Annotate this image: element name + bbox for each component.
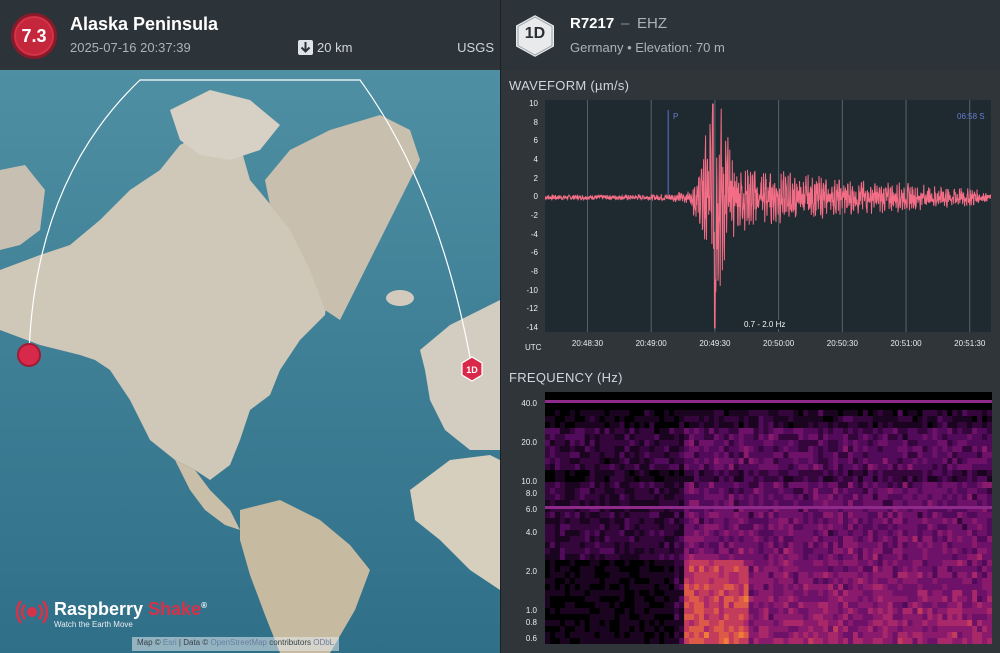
frequency-y-tick: 1.0 bbox=[525, 605, 537, 615]
spectrogram-band bbox=[545, 400, 992, 403]
waveform-y-tick: -4 bbox=[530, 229, 538, 239]
waveform-y-tick: -6 bbox=[530, 248, 538, 258]
event-panel: 7.3 Alaska Peninsula 2025-07-16 20:37:39… bbox=[0, 0, 500, 653]
waveform-y-tick: -8 bbox=[530, 267, 538, 276]
frequency-y-tick: 6.0 bbox=[525, 505, 537, 515]
frequency-y-tick: 10.0 bbox=[521, 476, 537, 486]
waveform-y-tick: 10 bbox=[529, 99, 538, 108]
waveform-y-tick: 6 bbox=[533, 136, 538, 146]
event-source: USGS bbox=[457, 40, 494, 55]
frequency-y-tick: 4.0 bbox=[525, 528, 537, 538]
waveform-title: WAVEFORM (µm/s) bbox=[509, 78, 630, 93]
event-title: Alaska Peninsula bbox=[70, 14, 219, 34]
waveform-y-tick: -14 bbox=[526, 323, 538, 332]
arrow-down-icon bbox=[298, 40, 313, 55]
esri-link[interactable]: Esri bbox=[163, 638, 177, 647]
waveform-y-tick: -10 bbox=[526, 285, 538, 295]
station-marker-label: 1D bbox=[466, 365, 478, 375]
station-channel: EHZ bbox=[637, 15, 667, 32]
raspberry-shake-logo[interactable]: Raspberry Shake® Watch the Earth Move bbox=[16, 596, 207, 629]
osm-link[interactable]: OpenStreetMap bbox=[210, 638, 266, 647]
event-header[interactable]: 7.3 Alaska Peninsula 2025-07-16 20:37:39… bbox=[0, 0, 500, 70]
waveform-y-tick: 8 bbox=[533, 117, 538, 127]
waveform-y-tick: -12 bbox=[526, 304, 538, 314]
depth-value: 20 km bbox=[317, 40, 353, 55]
epicenter-marker[interactable] bbox=[17, 343, 41, 367]
waveform-x-tick: 20:50:00 bbox=[763, 339, 795, 348]
frequency-y-tick: 0.6 bbox=[525, 634, 537, 644]
frequency-y-tick: 40.0 bbox=[521, 399, 537, 409]
utc-label: UTC bbox=[525, 343, 542, 352]
waveform-y-tick: 0 bbox=[533, 192, 538, 202]
station-location: Germany • Elevation: 70 m bbox=[570, 40, 725, 55]
waveform-x-tick: 20:49:00 bbox=[635, 339, 667, 348]
frequency-y-tick: 0.8 bbox=[525, 618, 537, 628]
event-datetime: 2025-07-16 20:37:39 bbox=[70, 40, 191, 55]
spectrogram-band bbox=[545, 506, 992, 509]
waveform-x-tick: 20:51:30 bbox=[954, 339, 986, 348]
waveform-x-tick: 20:48:30 bbox=[571, 339, 604, 348]
station-header[interactable]: 1D R7217 – EHZ Germany • Elevation: 70 m bbox=[501, 0, 1000, 70]
waveform-x-tick: 20:51:00 bbox=[890, 339, 922, 348]
frequency-title: FREQUENCY (Hz) bbox=[509, 370, 623, 385]
waveform-y-tick: -2 bbox=[530, 211, 538, 220]
event-depth: 20 km bbox=[298, 40, 352, 55]
station-separator: – bbox=[621, 15, 630, 32]
s-arrival-label: 06:58 S bbox=[957, 112, 985, 121]
filter-band-label: 0.7 - 2.0 Hz bbox=[741, 320, 789, 329]
odbl-link[interactable]: ODbL bbox=[313, 638, 334, 647]
station-panel: 1D R7217 – EHZ Germany • Elevation: 70 m… bbox=[501, 0, 1000, 653]
station-badge-label: 1D bbox=[524, 25, 546, 42]
world-map[interactable]: 1D Raspberry Shake® Watch the Earth Move… bbox=[0, 70, 500, 653]
spectrogram[interactable] bbox=[545, 392, 992, 644]
waveform-y-tick: 2 bbox=[533, 173, 538, 183]
brand-tagline: Watch the Earth Move bbox=[54, 620, 133, 629]
frequency-y-tick: 20.0 bbox=[521, 438, 537, 448]
landmass-iceland bbox=[386, 290, 414, 306]
brand-name: Raspberry Shake® bbox=[54, 599, 207, 619]
frequency-y-tick: 8.0 bbox=[525, 489, 537, 499]
raspberry-shake-icon bbox=[16, 600, 48, 624]
waveform-y-tick: 4 bbox=[533, 155, 538, 164]
waveform-chart[interactable] bbox=[545, 100, 991, 332]
waveform-x-tick: 20:49:30 bbox=[699, 339, 731, 348]
p-arrival-label: P bbox=[673, 112, 679, 121]
waveform-trace bbox=[545, 103, 991, 329]
map-attribution: Map © Esri | Data © OpenStreetMap contri… bbox=[132, 637, 340, 651]
magnitude-badge: 7.3 bbox=[11, 13, 57, 59]
station-code: R7217 bbox=[570, 15, 615, 32]
waveform-x-tick: 20:50:30 bbox=[826, 339, 858, 348]
frequency-y-tick: 2.0 bbox=[525, 566, 537, 576]
